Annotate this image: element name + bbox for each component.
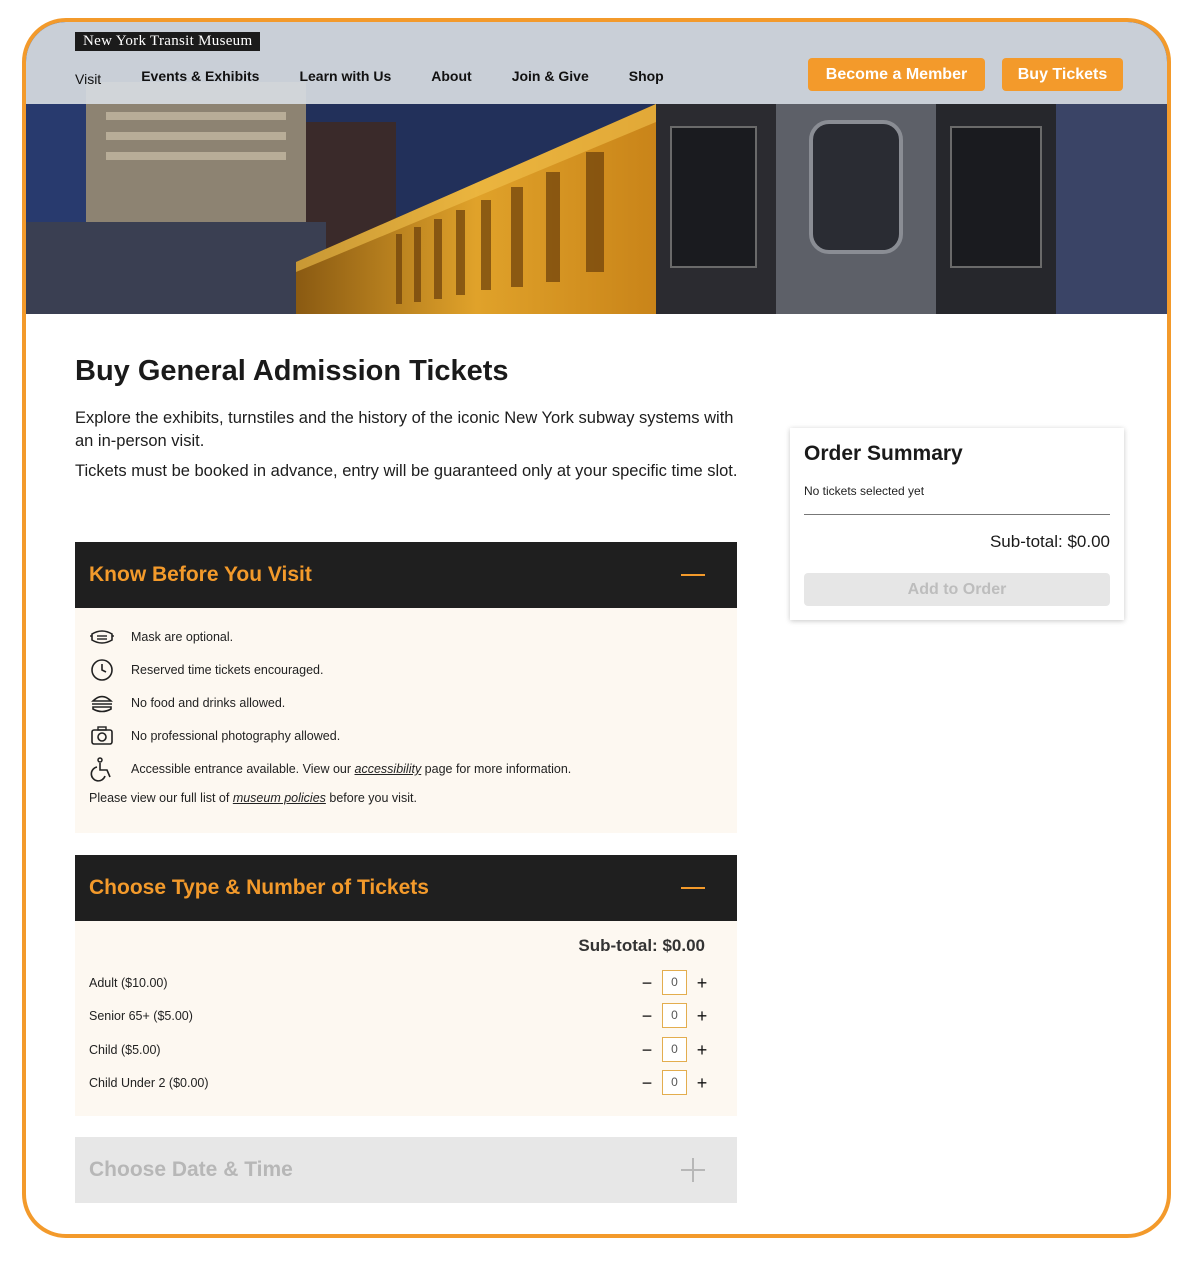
accessibility-link[interactable]: accessibility <box>355 762 422 776</box>
collapse-minus-icon[interactable] <box>681 886 705 890</box>
ticket-row-child-under-2: Child Under 2 ($0.00) − 0 + <box>89 1070 709 1095</box>
quantity-stepper: − 0 + <box>640 970 709 995</box>
nav-about[interactable]: About <box>431 68 471 87</box>
ticket-row-adult: Adult ($10.00) − 0 + <box>89 970 709 995</box>
know-before-panel: Mask are optional. Reserved time tickets… <box>75 608 737 833</box>
date-time-title: Choose Date & Time <box>89 1158 293 1181</box>
burger-icon <box>89 690 115 716</box>
order-summary-card: Order Summary No tickets selected yet Su… <box>790 428 1124 620</box>
quantity-input[interactable]: 0 <box>662 970 687 995</box>
info-time: Reserved time tickets encouraged. <box>89 657 323 683</box>
policy-note: Please view our full list of museum poli… <box>89 791 417 805</box>
buy-tickets-button[interactable]: Buy Tickets <box>1002 58 1123 91</box>
become-member-button[interactable]: Become a Member <box>808 58 985 91</box>
order-summary-title: Order Summary <box>804 442 963 465</box>
info-photo-text: No professional photography allowed. <box>131 729 341 743</box>
museum-logo[interactable]: New York Transit Museum <box>75 32 261 51</box>
ticket-row-senior: Senior 65+ ($5.00) − 0 + <box>89 1003 709 1028</box>
collapse-minus-icon[interactable] <box>681 573 705 577</box>
quantity-input[interactable]: 0 <box>662 1037 687 1062</box>
hero-banner: New York Transit Museum Visit Events & E… <box>26 22 1167 314</box>
camera-icon <box>89 723 115 749</box>
increment-button[interactable]: + <box>695 1073 709 1093</box>
info-mask-text: Mask are optional. <box>131 630 234 644</box>
info-food-text: No food and drinks allowed. <box>131 696 286 710</box>
nav-events-exhibits[interactable]: Events & Exhibits <box>141 68 259 87</box>
know-before-header[interactable]: Know Before You Visit <box>75 542 737 608</box>
intro-text-2: Tickets must be booked in advance, entry… <box>75 462 738 480</box>
nav-learn-with-us[interactable]: Learn with Us <box>299 68 391 87</box>
main-nav: Visit Events & Exhibits Learn with Us Ab… <box>75 68 704 87</box>
page-title: Buy General Admission Tickets <box>75 355 509 387</box>
quantity-stepper: − 0 + <box>640 1003 709 1028</box>
nav-join-give[interactable]: Join & Give <box>512 68 589 87</box>
nav-shop[interactable]: Shop <box>629 68 664 87</box>
mask-icon <box>89 624 115 650</box>
decrement-button[interactable]: − <box>640 1073 654 1093</box>
info-accessibility: Accessible entrance available. View our … <box>89 756 571 782</box>
increment-button[interactable]: + <box>695 973 709 993</box>
increment-button[interactable]: + <box>695 1006 709 1026</box>
divider <box>804 514 1110 515</box>
top-navigation-bar: New York Transit Museum Visit Events & E… <box>26 22 1167 104</box>
quantity-stepper: − 0 + <box>640 1037 709 1062</box>
tickets-title: Choose Type & Number of Tickets <box>89 876 429 899</box>
intro-text-1: Explore the exhibits, turnstiles and the… <box>75 409 734 450</box>
info-mask: Mask are optional. <box>89 624 233 650</box>
tickets-subtotal: Sub-total: $0.00 <box>578 936 705 955</box>
nav-visit[interactable]: Visit <box>75 71 101 87</box>
tickets-panel: Sub-total: $0.00 Adult ($10.00) − 0 + Se… <box>75 921 737 1116</box>
window-frame: New York Transit Museum Visit Events & E… <box>22 18 1171 1238</box>
ticket-label: Child Under 2 ($0.00) <box>89 1075 209 1090</box>
ticket-row-child: Child ($5.00) − 0 + <box>89 1037 709 1062</box>
order-summary-empty: No tickets selected yet <box>804 484 925 498</box>
add-to-order-button[interactable]: Add to Order <box>804 573 1110 606</box>
ticket-label: Child ($5.00) <box>89 1042 161 1057</box>
info-food: No food and drinks allowed. <box>89 690 285 716</box>
order-summary-subtotal: Sub-total: $0.00 <box>989 532 1110 551</box>
decrement-button[interactable]: − <box>640 973 654 993</box>
wheelchair-icon <box>89 756 115 782</box>
date-time-header[interactable]: Choose Date & Time <box>75 1137 737 1203</box>
tickets-header[interactable]: Choose Type & Number of Tickets <box>75 855 737 921</box>
info-accessibility-text: Accessible entrance available. View our … <box>131 762 572 776</box>
ticket-label: Adult ($10.00) <box>89 975 168 990</box>
clock-icon <box>89 657 115 683</box>
page: New York Transit Museum Visit Events & E… <box>26 22 1167 1234</box>
museum-policies-link[interactable]: museum policies <box>233 791 326 805</box>
increment-button[interactable]: + <box>695 1040 709 1060</box>
quantity-input[interactable]: 0 <box>662 1003 687 1028</box>
decrement-button[interactable]: − <box>640 1006 654 1026</box>
info-photo: No professional photography allowed. <box>89 723 340 749</box>
know-before-title: Know Before You Visit <box>89 563 312 586</box>
decrement-button[interactable]: − <box>640 1040 654 1060</box>
quantity-input[interactable]: 0 <box>662 1070 687 1095</box>
ticket-label: Senior 65+ ($5.00) <box>89 1008 193 1023</box>
quantity-stepper: − 0 + <box>640 1070 709 1095</box>
info-time-text: Reserved time tickets encouraged. <box>131 663 324 677</box>
expand-plus-icon[interactable] <box>681 1158 705 1182</box>
